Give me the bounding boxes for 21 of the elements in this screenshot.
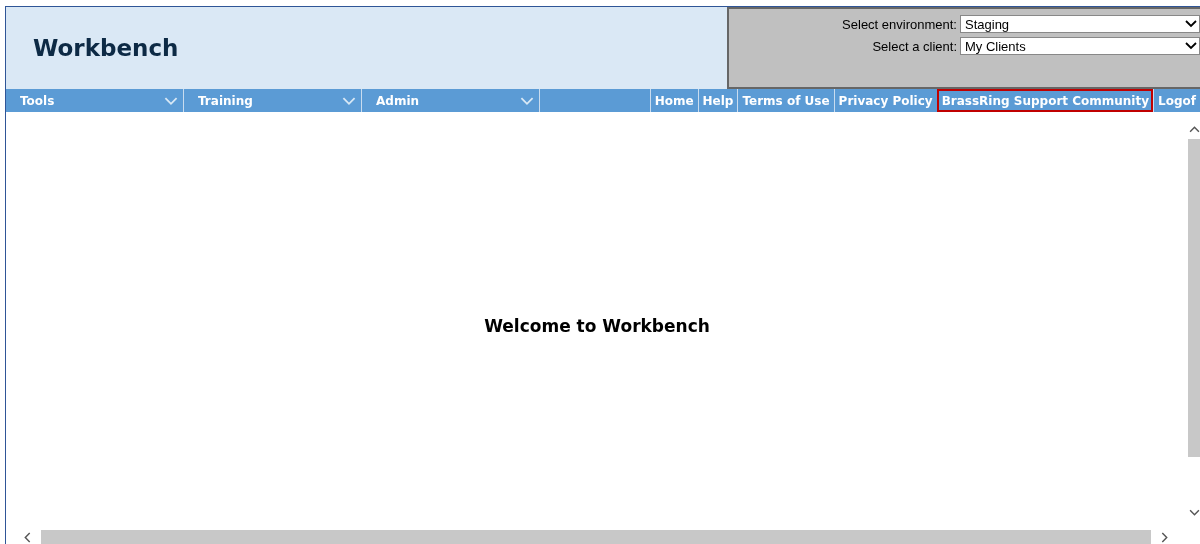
- scroll-left-icon[interactable]: [22, 531, 33, 543]
- nav-link[interactable]: Privacy Policy: [833, 89, 937, 112]
- nav-link[interactable]: Terms of Use: [737, 89, 834, 112]
- nav-link[interactable]: Help: [697, 89, 738, 112]
- nav-link[interactable]: BrassRing Support Community: [936, 89, 1154, 112]
- select-dropdown[interactable]: My Clients: [960, 37, 1200, 55]
- select-label: Select a client:: [872, 38, 957, 54]
- scroll-down-icon[interactable]: [1188, 507, 1200, 518]
- nav-link[interactable]: Logof: [1153, 89, 1200, 112]
- scroll-up-icon[interactable]: [1188, 124, 1200, 135]
- scroll-right-icon[interactable]: [1159, 531, 1170, 543]
- nav-menu[interactable]: Admin: [362, 89, 540, 112]
- app-title: Workbench: [33, 35, 179, 61]
- nav-menu[interactable]: Training: [184, 89, 362, 112]
- nav-menu[interactable]: Tools: [6, 89, 184, 112]
- chevron-down-icon: [1185, 41, 1197, 51]
- select-dropdown[interactable]: Staging: [960, 15, 1200, 33]
- select-label: Select environment:: [842, 16, 957, 32]
- welcome-heading: Welcome to Workbench: [484, 316, 710, 336]
- nav-link[interactable]: Home: [649, 89, 698, 112]
- chevron-down-icon: [1185, 19, 1197, 29]
